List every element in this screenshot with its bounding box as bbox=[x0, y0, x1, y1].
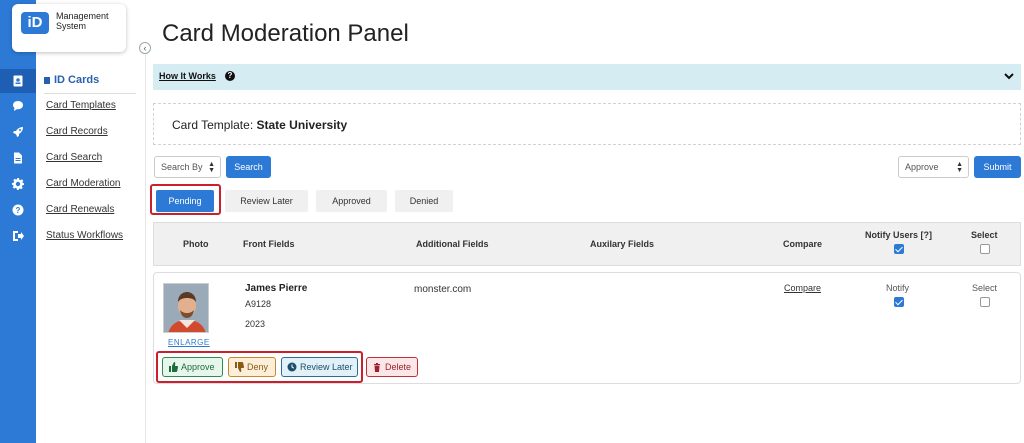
logout-icon[interactable] bbox=[0, 224, 36, 248]
document-icon[interactable] bbox=[0, 146, 36, 170]
submit-button[interactable]: Submit bbox=[974, 156, 1021, 178]
sidebar-item-status-workflows[interactable]: Status Workflows bbox=[46, 230, 123, 241]
updown-icon: ▲ ▼ bbox=[956, 161, 963, 174]
select-label: Select bbox=[972, 283, 998, 293]
gear-icon[interactable] bbox=[0, 172, 36, 196]
person-photo-icon bbox=[164, 284, 208, 332]
svg-text:?: ? bbox=[16, 206, 21, 215]
compare-link[interactable]: Compare bbox=[784, 283, 821, 293]
sidebar-item-card-records[interactable]: Card Records bbox=[46, 126, 108, 137]
col-notify-users: Notify Users [?] bbox=[865, 230, 933, 240]
enlarge-link[interactable]: ENLARGE bbox=[168, 338, 210, 347]
tab-approved[interactable]: Approved bbox=[316, 190, 387, 212]
col-auxilary-fields: Auxilary Fields bbox=[590, 239, 655, 249]
id-card-icon bbox=[44, 76, 50, 84]
sidebar-item-card-renewals[interactable]: Card Renewals bbox=[46, 204, 114, 215]
sidebar-item-card-search[interactable]: Card Search bbox=[46, 152, 102, 163]
col-photo: Photo bbox=[183, 239, 209, 249]
search-by-select[interactable]: Search By ▲ ▼ bbox=[154, 156, 221, 178]
tab-review-later[interactable]: Review Later bbox=[225, 190, 308, 212]
select-checkbox[interactable] bbox=[980, 297, 990, 307]
cardholder-id: A9128 bbox=[245, 299, 272, 309]
delete-button[interactable]: Delete bbox=[366, 357, 418, 377]
sidebar-section-label: ID Cards bbox=[54, 74, 100, 86]
id-card-icon[interactable] bbox=[0, 69, 36, 93]
chevron-down-icon[interactable] bbox=[1003, 70, 1015, 82]
sidebar-item-card-templates[interactable]: Card Templates bbox=[46, 100, 116, 111]
chevron-left-icon: ‹ bbox=[143, 43, 147, 53]
highlight-outline bbox=[156, 351, 363, 383]
logo-badge: iD bbox=[21, 12, 49, 34]
divider bbox=[44, 93, 136, 94]
notify-all-checkbox[interactable] bbox=[894, 244, 904, 254]
search-by-value: Search By bbox=[161, 162, 203, 172]
col-additional-fields: Additional Fields bbox=[416, 239, 489, 249]
notify-label: Notify bbox=[886, 283, 910, 293]
card-template-label: Card Template: bbox=[172, 118, 254, 132]
how-it-works-bar[interactable]: How It Works ? bbox=[153, 64, 1021, 90]
card-template-value: State University bbox=[256, 118, 348, 132]
how-it-works-link[interactable]: How It Works bbox=[159, 71, 216, 81]
cardholder-name: James Pierre bbox=[245, 283, 308, 294]
app-logo[interactable]: iD Management System bbox=[12, 4, 126, 52]
logo-text: Management System bbox=[56, 11, 109, 31]
col-compare: Compare bbox=[783, 239, 823, 249]
col-select: Select bbox=[971, 230, 998, 240]
chat-icon[interactable] bbox=[0, 94, 36, 118]
cardholder-year: 2023 bbox=[245, 319, 266, 329]
select-all-checkbox[interactable] bbox=[980, 244, 990, 254]
updown-icon: ▲ ▼ bbox=[208, 161, 215, 174]
tab-denied[interactable]: Denied bbox=[395, 190, 453, 212]
sidebar-item-card-moderation[interactable]: Card Moderation bbox=[46, 178, 120, 189]
card-template-box: Card Template: State University bbox=[153, 103, 1021, 145]
sidebar: ID Cards Card Templates Card Records Car… bbox=[36, 52, 146, 443]
icon-rail: ? bbox=[0, 0, 36, 443]
sidebar-section-title: ID Cards bbox=[44, 74, 99, 86]
trash-icon bbox=[374, 363, 380, 372]
user-photo[interactable] bbox=[163, 283, 209, 333]
col-front-fields: Front Fields bbox=[243, 239, 295, 249]
bulk-action-select[interactable]: Approve ▲ ▼ bbox=[898, 156, 969, 178]
page-title: Card Moderation Panel bbox=[162, 20, 409, 47]
notify-checkbox[interactable] bbox=[894, 297, 904, 307]
bulk-action-value: Approve bbox=[905, 162, 939, 172]
delete-label: Delete bbox=[385, 362, 412, 372]
rocket-icon[interactable] bbox=[0, 120, 36, 144]
additional-field-value: monster.com bbox=[414, 284, 472, 295]
highlight-outline bbox=[150, 184, 221, 215]
collapse-sidebar-button[interactable]: ‹ bbox=[139, 42, 151, 54]
help-icon: ? bbox=[225, 71, 235, 81]
card-template-text: Card Template: State University bbox=[172, 118, 347, 132]
help-icon[interactable]: ? bbox=[0, 198, 36, 222]
search-button[interactable]: Search bbox=[226, 156, 271, 178]
